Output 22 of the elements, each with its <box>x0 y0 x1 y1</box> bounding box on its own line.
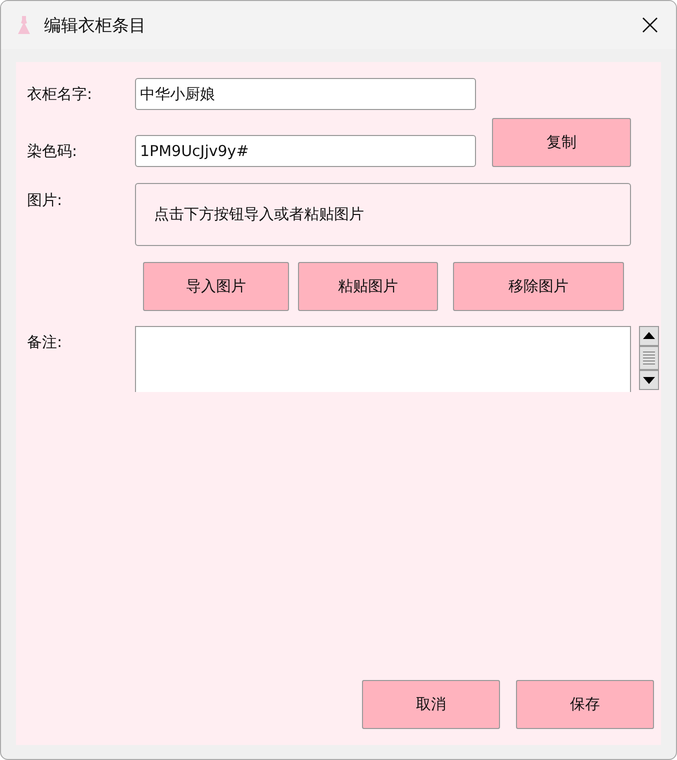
picture-button[interactable]: 粘贴图片 <box>298 262 438 311</box>
field-label: 图片: <box>27 191 64 210</box>
dialog-button[interactable]: 取消 <box>362 680 500 729</box>
close-icon[interactable] <box>642 17 658 33</box>
notes-field[interactable] <box>135 326 631 392</box>
dye-code-field[interactable]: 1PM9UcJjv9y# <box>135 135 476 167</box>
field-label: 备注: <box>27 333 64 352</box>
scrollbar[interactable] <box>639 326 659 390</box>
dress-icon <box>17 15 31 35</box>
scroll-up-icon[interactable] <box>639 326 659 346</box>
picture-box[interactable]: 点击下方按钮导入或者粘贴图片 <box>135 183 631 246</box>
picture-hint: 点击下方按钮导入或者粘贴图片 <box>154 205 364 224</box>
scroll-down-icon[interactable] <box>639 370 659 390</box>
window-title: 编辑衣柜条目 <box>44 14 147 36</box>
name-field[interactable]: 中华小厨娘 <box>135 78 476 110</box>
copy-button[interactable]: 复制 <box>492 118 631 167</box>
picture-button[interactable]: 移除图片 <box>453 262 624 311</box>
field-label: 染色码: <box>27 142 78 160</box>
dialog-button[interactable]: 保存 <box>516 680 654 729</box>
picture-button[interactable]: 导入图片 <box>143 262 289 311</box>
scroll-thumb-icon[interactable] <box>639 346 659 370</box>
field-label: 衣柜名字: <box>27 84 94 104</box>
